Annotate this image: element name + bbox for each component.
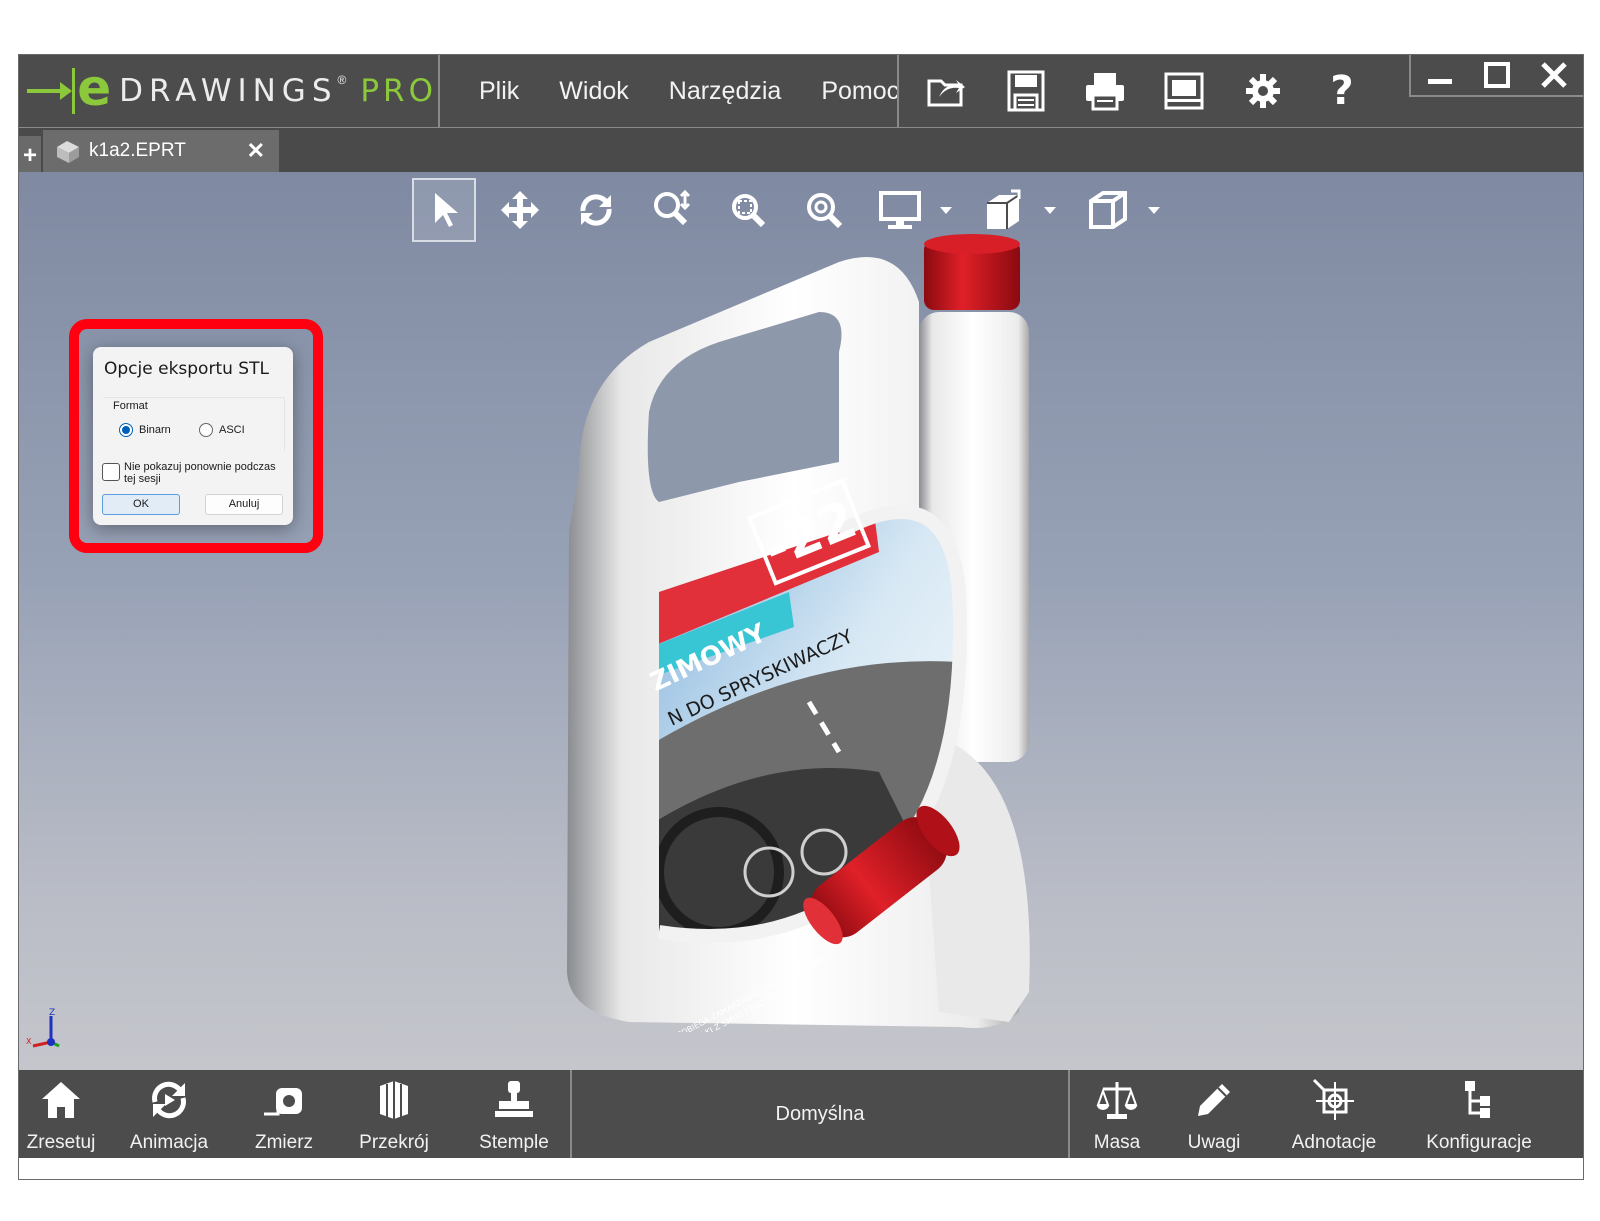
radio-ascii-label: ASCI (219, 424, 245, 436)
reset-label: Zresetuj (26, 1132, 96, 1153)
radio-binary-dot[interactable] (119, 423, 133, 437)
logo-e: e (77, 59, 112, 117)
section-icon (370, 1076, 418, 1124)
print-icon[interactable] (1077, 63, 1133, 119)
view-orientation-dropdown[interactable] (1148, 206, 1160, 214)
logo-bar (71, 68, 76, 114)
annotations-label: Adnotacje (1291, 1132, 1377, 1153)
format-group: Format Binarn ASCI (103, 397, 285, 451)
cancel-button[interactable]: Anuluj (205, 494, 283, 515)
tab-close-icon[interactable]: ✕ (247, 138, 265, 164)
tab-label: k1a2.EPRT (89, 140, 186, 161)
mass-button[interactable]: Masa (1077, 1070, 1157, 1158)
annotations-button[interactable]: Adnotacje (1279, 1070, 1389, 1158)
edrawings-window: e DRAWINGS ® PRO Plik Widok Narzędzia Po… (18, 54, 1584, 1180)
section-button[interactable]: Przekrój (349, 1070, 439, 1158)
axis-triad-icon: Z X (26, 1008, 60, 1048)
markup-pen-icon (1190, 1076, 1238, 1124)
logo-pro: PRO (360, 73, 437, 109)
reset-button[interactable]: Zresetuj (19, 1070, 103, 1158)
measure-button[interactable]: Zmierz (239, 1070, 329, 1158)
animation-icon (145, 1076, 193, 1124)
dialog-title: Opcje eksportu STL (104, 359, 269, 379)
stamp-icon (490, 1076, 538, 1124)
measure-icon (260, 1076, 308, 1124)
settings-gear-icon[interactable] (1235, 63, 1291, 119)
menu-narzedzia[interactable]: Narzędzia (669, 77, 782, 106)
document-tab-bar: + k1a2.EPRT ✕ (19, 128, 1583, 172)
open-icon[interactable] (919, 63, 975, 119)
views-dropdown[interactable] (1044, 206, 1056, 214)
menu-separator (897, 55, 899, 127)
configurations-icon (1455, 1076, 1503, 1124)
tab-k1a2-eprt[interactable]: k1a2.EPRT ✕ (43, 130, 279, 172)
window-controls (1409, 55, 1583, 97)
format-label: Format (111, 400, 150, 412)
main-menu: Plik Widok Narzędzia Pomoc (459, 55, 919, 127)
configurations-button[interactable]: Konfiguracje (1414, 1070, 1544, 1158)
active-configuration-name: Domyślna (570, 1070, 1070, 1158)
section-label: Przekrój (359, 1132, 429, 1153)
stamps-label: Stemple (479, 1132, 549, 1153)
measure-label: Zmierz (254, 1132, 314, 1153)
window-bottom-border (19, 1158, 1583, 1179)
title-separator (438, 55, 440, 127)
animation-button[interactable]: Animacja (119, 1070, 219, 1158)
triad-x-label: X (26, 1037, 32, 1046)
home-icon (37, 1076, 85, 1124)
radio-ascii[interactable]: ASCI (199, 423, 245, 437)
triad-z-label: Z (49, 1008, 55, 1018)
display-style-dropdown[interactable] (940, 206, 952, 214)
new-tab-button[interactable]: + (19, 136, 41, 172)
dont-show-again-label: Nie pokazuj ponownie podczas tej sesji (124, 461, 276, 485)
publish-icon[interactable] (1156, 63, 1212, 119)
part-file-icon (53, 137, 83, 165)
radio-binary-label: Binarn (139, 424, 171, 436)
logo-registered: ® (337, 73, 347, 87)
radio-ascii-dot[interactable] (199, 423, 213, 437)
markup-label: Uwagi (1187, 1132, 1241, 1153)
view-orientation-icon[interactable] (1076, 178, 1140, 242)
edrawings-pro-logo: e DRAWINGS ® PRO (27, 63, 437, 119)
animation-label: Animacja (129, 1132, 209, 1153)
file-toolbar: ? (919, 55, 1393, 127)
mass-scale-icon (1093, 1076, 1141, 1124)
menu-plik[interactable]: Plik (479, 77, 519, 106)
logo-arrow (27, 82, 72, 100)
3d-viewport[interactable]: -22 ZIMOWY N DO SPRYSKIWACZY ZAPOBIEGA Z… (19, 172, 1583, 1070)
select-arrow-icon[interactable] (412, 178, 476, 242)
configurations-label: Konfiguracje (1426, 1132, 1532, 1153)
logo-brand: DRAWINGS (119, 73, 338, 109)
stamps-button[interactable]: Stemple (469, 1070, 559, 1158)
title-bar: e DRAWINGS ® PRO Plik Widok Narzędzia Po… (19, 55, 1583, 128)
minimize-icon[interactable] (1420, 57, 1460, 93)
close-icon[interactable] (1534, 57, 1574, 93)
radio-binary[interactable]: Binarn (119, 423, 171, 437)
menu-widok[interactable]: Widok (559, 77, 628, 106)
save-icon[interactable] (998, 63, 1054, 119)
markup-button[interactable]: Uwagi (1174, 1070, 1254, 1158)
dont-show-again-checkbox[interactable] (102, 463, 120, 481)
help-icon[interactable]: ? (1314, 63, 1370, 119)
menu-pomoc[interactable]: Pomoc (821, 77, 899, 106)
maximize-icon[interactable] (1477, 57, 1517, 93)
mass-label: Masa (1093, 1132, 1141, 1153)
washer-fluid-bottle-model[interactable]: -22 ZIMOWY N DO SPRYSKIWACZY ZAPOBIEGA Z… (539, 232, 1059, 1032)
ok-button[interactable]: OK (102, 494, 180, 515)
annotations-icon (1310, 1076, 1358, 1124)
bottom-toolbar: Zresetuj Animacja Zmierz Przekrój Stempl… (19, 1070, 1583, 1158)
stl-export-options-dialog: Opcje eksportu STL Format Binarn ASCI Ni… (93, 347, 293, 525)
